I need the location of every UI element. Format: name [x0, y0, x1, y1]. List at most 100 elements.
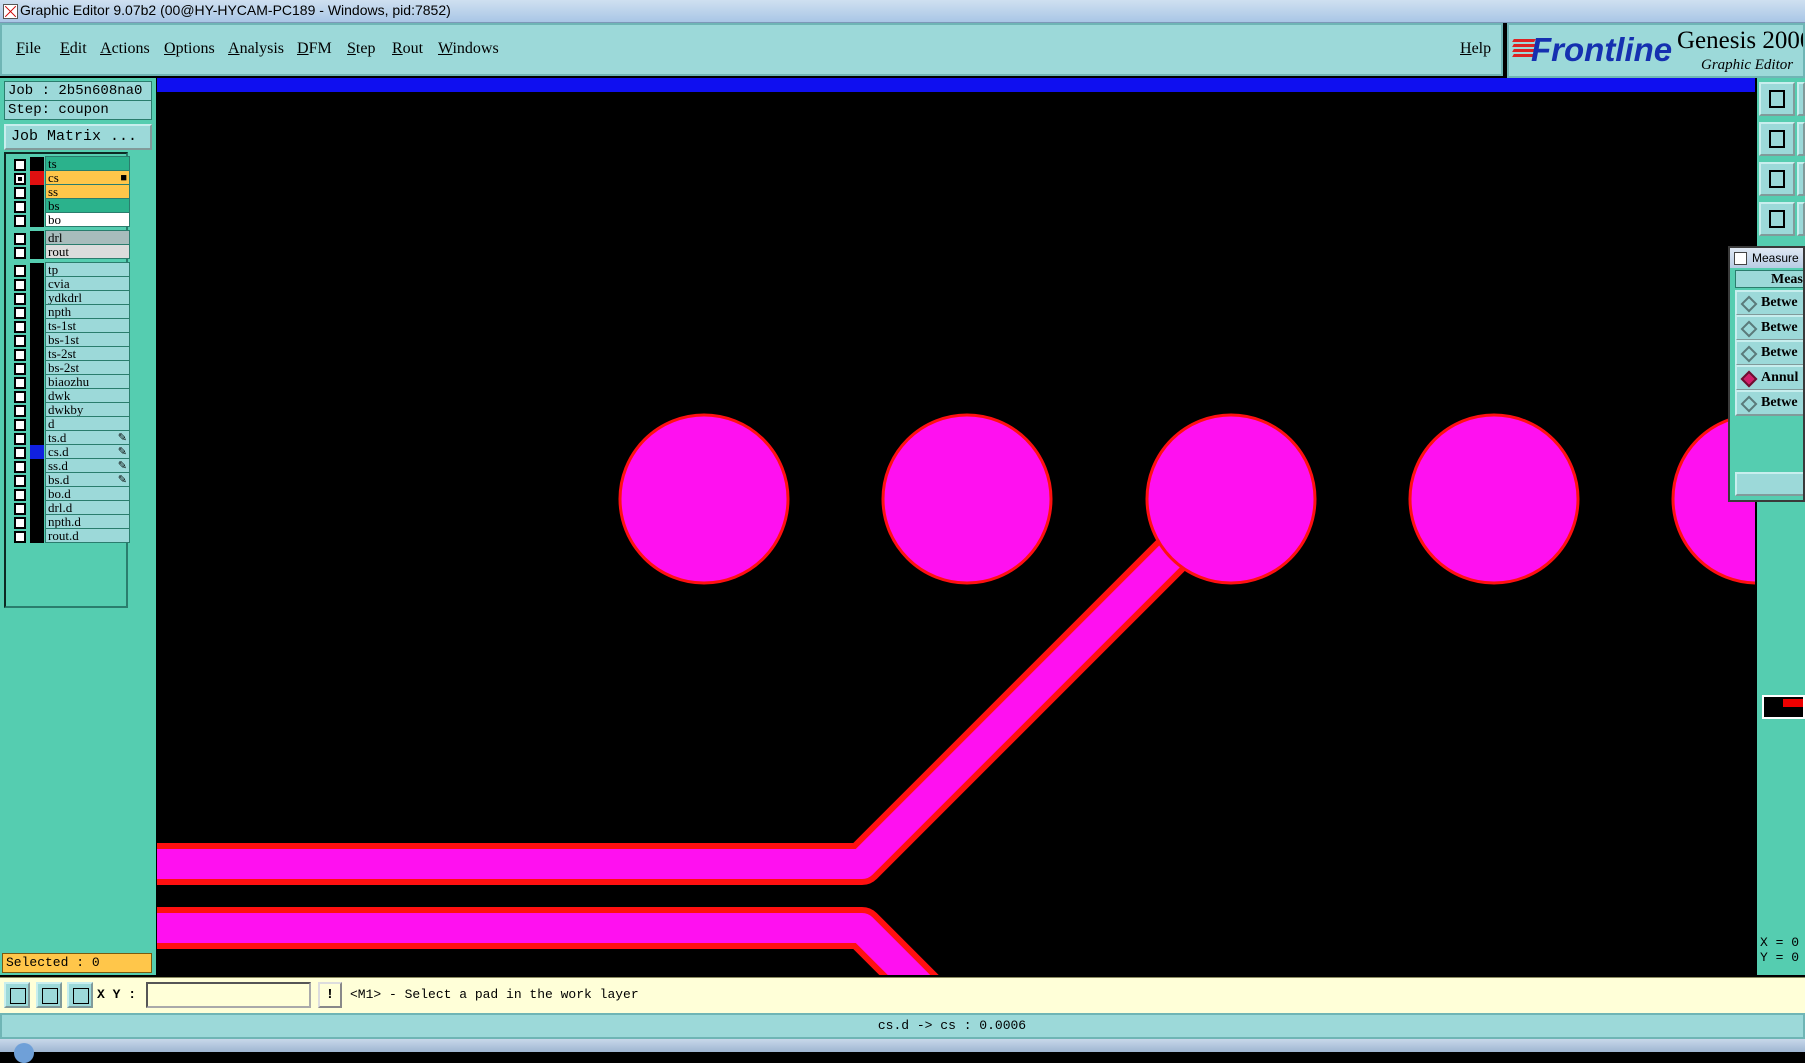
layer-name[interactable]: tp	[45, 262, 130, 277]
layer-name[interactable]: bs-2st	[45, 360, 130, 375]
layer-color-swatch[interactable]	[30, 199, 44, 213]
toolbar-edge-3[interactable]	[1797, 162, 1805, 196]
layer-color-swatch[interactable]	[30, 319, 44, 333]
layer-name[interactable]: rout	[45, 244, 130, 259]
layer-color-swatch[interactable]	[30, 445, 44, 459]
job-matrix-button[interactable]: Job Matrix ...	[4, 124, 152, 150]
menubar: File Edit Actions Options Analysis DFM S…	[0, 23, 1503, 76]
layer-color-swatch[interactable]	[30, 473, 44, 487]
layer-name[interactable]: ts.d ✎	[45, 430, 130, 445]
layer-name[interactable]: bo.d	[45, 486, 130, 501]
layer-name[interactable]: ts	[45, 156, 130, 171]
layer-name[interactable]: cs.d ✎	[45, 444, 130, 459]
layer-color-swatch[interactable]	[30, 185, 44, 199]
layer-color-swatch[interactable]	[30, 515, 44, 529]
layer-name[interactable]: ts-1st	[45, 318, 130, 333]
layer-color-swatch[interactable]	[30, 403, 44, 417]
layer-name[interactable]: rout.d	[45, 528, 130, 543]
layer-color-swatch[interactable]	[30, 277, 44, 291]
measure-option-5[interactable]: Betwe	[1735, 390, 1803, 416]
layer-color-swatch[interactable]	[30, 487, 44, 501]
measure-option-2[interactable]: Betwe	[1735, 315, 1803, 341]
xy-input[interactable]	[146, 982, 311, 1008]
layer-checkbox[interactable]	[14, 215, 26, 227]
toolbar-edge-1[interactable]	[1797, 82, 1805, 116]
layer-name[interactable]: npth.d	[45, 514, 130, 529]
menu-edit[interactable]: Edit	[60, 40, 87, 58]
pad-4[interactable]	[1408, 413, 1580, 585]
layer-name[interactable]: bs	[45, 198, 130, 213]
layer-color-swatch[interactable]	[30, 263, 44, 277]
measure-mode-button[interactable]	[36, 982, 62, 1008]
graphic-canvas[interactable]	[157, 92, 1755, 975]
menu-file[interactable]: File	[16, 40, 41, 58]
zoom-home-button[interactable]	[1759, 82, 1795, 116]
measure-option-label: Betwe	[1761, 345, 1798, 360]
layer-name[interactable]: ts-2st	[45, 346, 130, 361]
pad-3[interactable]	[1145, 413, 1317, 585]
layer-color-swatch[interactable]	[30, 231, 44, 245]
exclamation-button[interactable]: !	[318, 982, 342, 1008]
layer-name[interactable]: bs-1st	[45, 332, 130, 347]
layer-color-swatch[interactable]	[30, 333, 44, 347]
layer-name[interactable]: bo	[45, 212, 130, 227]
pad-1[interactable]	[618, 413, 790, 585]
toolbar-edge-2[interactable]	[1797, 122, 1805, 156]
logo-subtitle: Graphic Editor	[1701, 57, 1794, 73]
layer-color-swatch[interactable]	[30, 389, 44, 403]
layer-checkbox[interactable]	[14, 247, 26, 259]
menu-actions[interactable]: Actions	[100, 40, 150, 58]
layer-name[interactable]: biaozhu	[45, 374, 130, 389]
layer-color-swatch[interactable]	[30, 291, 44, 305]
layer-name[interactable]: ss	[45, 184, 130, 199]
menu-help[interactable]: Help	[1460, 40, 1491, 58]
layer-name[interactable]: npth	[45, 304, 130, 319]
layer-name[interactable]: ss.d ✎	[45, 458, 130, 473]
layer-color-swatch[interactable]	[30, 529, 44, 543]
layer-color-swatch[interactable]	[30, 245, 44, 259]
layer-name[interactable]: cs ■	[45, 170, 130, 185]
grid-button[interactable]	[67, 982, 93, 1008]
menu-rout[interactable]: Rout	[392, 40, 423, 58]
layer-checkbox[interactable]	[14, 531, 26, 543]
layer-row-rout[interactable]: rout	[8, 244, 130, 260]
pad-2[interactable]	[881, 413, 1053, 585]
snap-button[interactable]	[4, 982, 30, 1008]
start-orb-icon[interactable]	[14, 1043, 34, 1063]
layer-name[interactable]: dwk	[45, 388, 130, 403]
layer-color-swatch[interactable]	[30, 157, 44, 171]
layer-color-swatch[interactable]	[30, 361, 44, 375]
layer-color-swatch[interactable]	[30, 459, 44, 473]
layer-color-swatch[interactable]	[30, 375, 44, 389]
overview-thumbnail[interactable]	[1762, 695, 1805, 719]
layer-name[interactable]: bs.d ✎	[45, 472, 130, 487]
layer-color-swatch[interactable]	[30, 305, 44, 319]
menu-analysis[interactable]: Analysis	[228, 40, 284, 58]
menu-options[interactable]: Options	[164, 40, 215, 58]
layer-color-swatch[interactable]	[30, 213, 44, 227]
menu-dfm[interactable]: DFM	[297, 40, 332, 58]
layer-color-swatch[interactable]	[30, 347, 44, 361]
measure-option-3[interactable]: Betwe	[1735, 340, 1803, 366]
layer-color-swatch[interactable]	[30, 431, 44, 445]
layer-row-bo[interactable]: bo	[8, 212, 130, 228]
toolbar-edge-4[interactable]	[1797, 202, 1805, 236]
layer-name[interactable]: dwkby	[45, 402, 130, 417]
measure-action-button[interactable]	[1735, 472, 1803, 496]
menu-windows[interactable]: Windows	[438, 40, 499, 58]
zoom-fit-button[interactable]	[1759, 162, 1795, 196]
zoom-back-button[interactable]	[1759, 122, 1795, 156]
menu-step[interactable]: Step	[347, 40, 375, 58]
layer-name[interactable]: drl.d	[45, 500, 130, 515]
measure-option-4[interactable]: Annul	[1735, 365, 1803, 391]
layer-name[interactable]: cvia	[45, 276, 130, 291]
layer-color-swatch[interactable]	[30, 501, 44, 515]
layer-row-rout.d[interactable]: rout.d	[8, 528, 130, 544]
layer-name[interactable]: d	[45, 416, 130, 431]
layer-color-swatch[interactable]	[30, 171, 44, 185]
layer-color-swatch[interactable]	[30, 417, 44, 431]
measure-option-1[interactable]: Betwe	[1735, 290, 1803, 316]
settings-button[interactable]	[1759, 202, 1795, 236]
layer-name[interactable]: ydkdrl	[45, 290, 130, 305]
layer-name[interactable]: drl	[45, 230, 130, 245]
